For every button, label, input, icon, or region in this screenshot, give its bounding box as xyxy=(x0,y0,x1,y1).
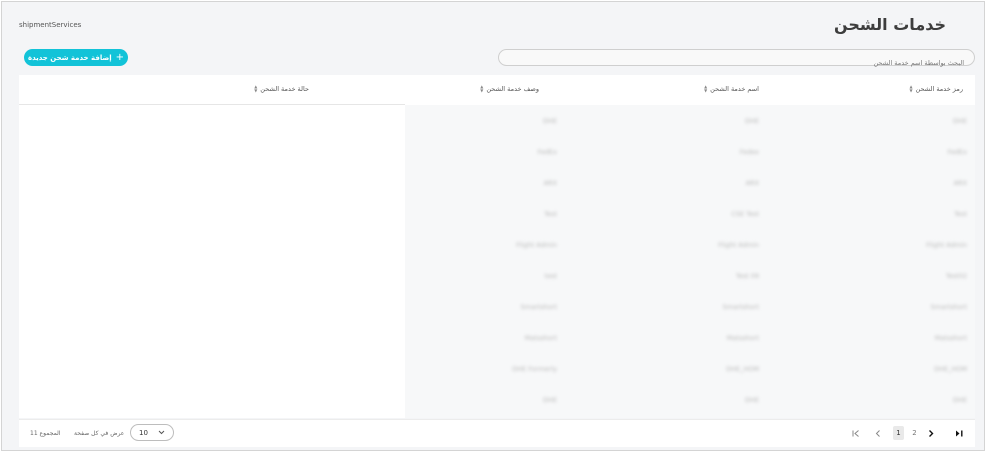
table-footer: المجموع 11 عرض في كل صفحة 10 1 2 xyxy=(19,419,975,447)
pagination: 1 2 xyxy=(851,426,967,442)
app-frame: shipmentServices خدمات الشحن + إضافة خدم… xyxy=(1,1,985,451)
column-label: وصف خدمة الشحن xyxy=(486,85,539,93)
last-page-icon[interactable] xyxy=(953,426,965,440)
cell-name: DHE xyxy=(745,396,759,404)
cell-description: Smartshort xyxy=(520,303,557,311)
cell-name: DHE_HOM xyxy=(726,365,759,373)
shipping-services-table: رمز خدمة الشحن ▲ ▼ اسم خدمة الشحن ▲ ▼ وصف … xyxy=(19,75,975,418)
column-header-description[interactable]: وصف خدمة الشحن ▲ ▼ xyxy=(480,85,539,94)
cell-name: ARX xyxy=(745,179,759,187)
chevron-down-icon xyxy=(158,429,165,437)
table-row[interactable]: Test02 Test 09 test xyxy=(405,260,975,291)
add-shipping-service-button[interactable]: + إضافة خدمة شحن جديدة xyxy=(24,49,128,66)
search-input[interactable] xyxy=(499,55,974,71)
cell-code: Test02 xyxy=(945,272,967,280)
per-page-label: عرض في كل صفحة xyxy=(74,430,125,437)
column-header-name[interactable]: اسم خدمة الشحن ▲ ▼ xyxy=(704,85,759,94)
sort-icon[interactable]: ▲ ▼ xyxy=(704,85,707,93)
cell-description: test xyxy=(544,272,557,280)
table-row[interactable]: Matsshort Matsshort Matsshort xyxy=(405,322,975,353)
header-divider xyxy=(19,104,405,105)
table-header: رمز خدمة الشحن ▲ ▼ اسم خدمة الشحن ▲ ▼ وصف … xyxy=(19,75,975,105)
plus-icon: + xyxy=(115,51,125,63)
cell-name: Test 09 xyxy=(735,272,759,280)
sort-icon[interactable]: ▲ ▼ xyxy=(909,85,912,93)
search-box[interactable] xyxy=(498,49,975,71)
table-body: DHE DHE DHE FedEx Fedex FedEx ARX ARX AR… xyxy=(405,105,975,418)
cell-code: Test xyxy=(954,210,967,218)
cell-code: Matsshort xyxy=(934,334,967,342)
cell-description: Test xyxy=(544,210,557,218)
column-label: اسم خدمة الشحن xyxy=(710,85,759,93)
total-count: المجموع 11 xyxy=(30,430,61,437)
per-page-value: 10 xyxy=(139,428,148,437)
cell-description: DHE Formerly xyxy=(512,365,557,373)
table-row[interactable]: Flight Admin Flight Admin Flight Admin xyxy=(405,229,975,260)
cell-code: Flight Admin xyxy=(926,241,967,249)
cell-description: FedEx xyxy=(537,148,557,156)
sort-icon[interactable]: ▲ ▼ xyxy=(254,85,257,93)
page-title: خدمات الشحن xyxy=(833,15,946,34)
prev-page-icon[interactable] xyxy=(873,426,883,440)
add-button-label: إضافة خدمة شحن جديدة xyxy=(27,53,112,62)
cell-description: Matsshort xyxy=(524,334,557,342)
cell-code: Smartshort xyxy=(930,303,967,311)
table-row[interactable]: DHE DHE DHE xyxy=(405,105,975,136)
table-row[interactable]: ARX ARX ARX xyxy=(405,167,975,198)
cell-name: CSE Test xyxy=(731,210,759,218)
per-page-select[interactable]: 10 xyxy=(130,424,174,441)
next-page-icon[interactable] xyxy=(926,426,936,440)
page-1-button[interactable]: 1 xyxy=(893,426,904,440)
cell-name: DHE xyxy=(745,117,759,125)
breadcrumb[interactable]: shipmentServices xyxy=(19,21,81,29)
cell-name: Flight Admin xyxy=(718,241,759,249)
cell-name: Fedex xyxy=(739,148,759,156)
column-header-status[interactable]: حالة خدمة الشحن ▲ ▼ xyxy=(254,85,309,94)
column-label: حالة خدمة الشحن xyxy=(260,85,309,93)
sort-icon[interactable]: ▲ ▼ xyxy=(480,85,483,93)
cell-description: DHE xyxy=(543,396,557,404)
column-header-code[interactable]: رمز خدمة الشحن ▲ ▼ xyxy=(909,85,963,94)
column-label: رمز خدمة الشحن xyxy=(915,85,963,93)
table-row[interactable]: Smartshort Smartshort Smartshort xyxy=(405,291,975,322)
cell-code: DHE_HOM xyxy=(934,365,967,373)
table-row[interactable]: FedEx Fedex FedEx xyxy=(405,136,975,167)
page-2-button[interactable]: 2 xyxy=(909,426,920,440)
table-row[interactable]: Test CSE Test Test xyxy=(405,198,975,229)
cell-code: FedEx xyxy=(947,148,967,156)
cell-code: DHE xyxy=(953,117,967,125)
cell-code: DHE xyxy=(953,396,967,404)
cell-description: Flight Admin xyxy=(516,241,557,249)
cell-description: DHE xyxy=(543,117,557,125)
cell-description: ARX xyxy=(543,179,557,187)
table-row[interactable]: DHE_HOM DHE_HOM DHE Formerly xyxy=(405,353,975,384)
cell-name: Smartshort xyxy=(722,303,759,311)
table-row[interactable]: DHE DHE DHE xyxy=(405,384,975,415)
first-page-icon[interactable] xyxy=(851,426,861,440)
cell-name: Matsshort xyxy=(726,334,759,342)
cell-code: ARX xyxy=(953,179,967,187)
